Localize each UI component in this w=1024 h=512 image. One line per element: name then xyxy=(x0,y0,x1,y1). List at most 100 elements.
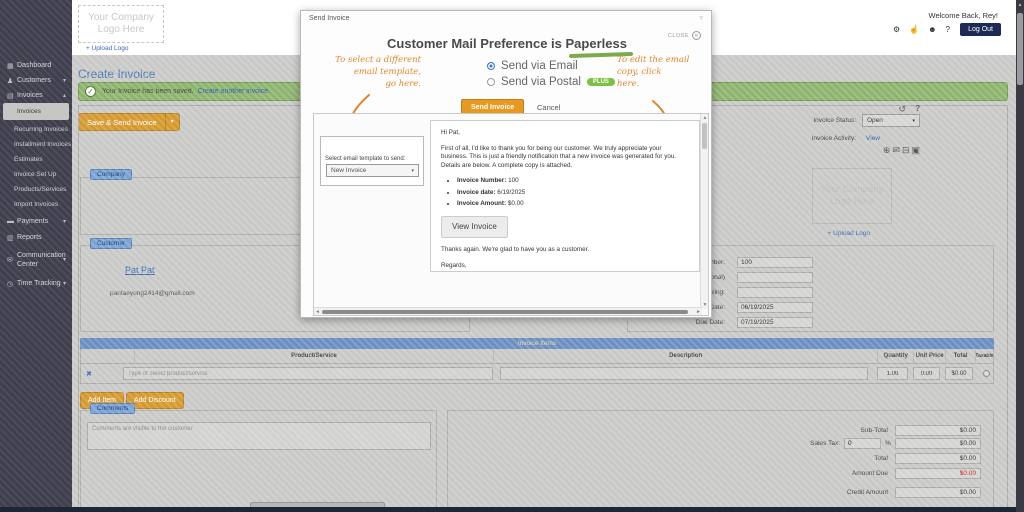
due-date-label: Due Date: xyxy=(628,319,725,326)
description-input[interactable] xyxy=(500,367,868,380)
sidebar-item-invoices[interactable]: ▤ Invoices ▴ xyxy=(0,88,72,103)
dashboard-icon: ▦ xyxy=(7,62,17,70)
email-horizontal-scrollbar[interactable]: ◄ ► xyxy=(314,307,702,315)
sidebar-subitem-estimates[interactable]: Estimates xyxy=(0,152,72,167)
unit-price-input[interactable] xyxy=(913,367,940,380)
total-column-header: Total xyxy=(946,349,976,363)
form-help-icon[interactable]: ? xyxy=(915,104,920,113)
user-icon[interactable]: ☻ xyxy=(928,25,936,34)
po-number-field[interactable] xyxy=(737,272,813,283)
comments-textarea[interactable] xyxy=(87,422,431,450)
sidebar-nav: ▦ Dashboard ♟ Customers ▾ ▤ Invoices ▴ I… xyxy=(0,0,72,512)
sales-tax-label: Sales Tax: xyxy=(720,440,840,447)
email-preview-panel: Hi Pat, First of all, I'd like to thank … xyxy=(430,120,700,272)
sales-tax-rate-input[interactable] xyxy=(844,438,881,449)
taxable-checkbox[interactable] xyxy=(983,370,990,377)
sidebar-item-reports[interactable]: ▥ Reports xyxy=(0,230,72,245)
sidebar-subitem-recurring-invoices[interactable]: Recurring Invoices xyxy=(0,122,72,137)
scrollbar-thumb[interactable] xyxy=(322,310,688,314)
email-template-select[interactable]: New Invoice ▾ xyxy=(326,164,419,177)
radio-selected-icon xyxy=(487,62,495,70)
sidebar-item-communication-center[interactable]: ✉ CommunicationCenter ▾ xyxy=(0,247,72,273)
sidebar-subitem-invoices[interactable]: Invoices xyxy=(3,103,69,120)
due-date-field[interactable]: 07/19/2025 xyxy=(737,317,813,328)
help-icon[interactable]: ? xyxy=(946,25,950,34)
invoice-number-field[interactable]: 100 xyxy=(737,257,813,268)
welcome-text: Welcome Back, Rey! xyxy=(929,11,998,20)
invoices-icon: ▤ xyxy=(7,92,17,100)
modal-corner-icon[interactable]: ▿ xyxy=(699,14,703,22)
items-table-header: Product/Service Description Quantity Uni… xyxy=(80,349,994,364)
template-value: New Invoice xyxy=(331,167,366,174)
item-row: ✖ $0.00 xyxy=(80,364,994,384)
share-icons-row: ⊕ ✉ ⊟ ▣ xyxy=(883,145,920,156)
radio-unselected-icon xyxy=(487,78,495,86)
company-logo-placeholder[interactable]: Your Company Logo Here xyxy=(78,5,164,43)
upload-logo-link[interactable]: + Upload Logo xyxy=(828,230,870,237)
customer-name-link[interactable]: Pat Pat xyxy=(125,265,155,275)
sidebar-sublabel: Installment Invoices xyxy=(14,141,71,148)
sidebar-label: Customers xyxy=(17,77,51,84)
sidebar-subitem-products-services[interactable]: Products/Services xyxy=(0,182,72,197)
scroll-up-icon[interactable]: ▲ xyxy=(701,115,709,121)
send-via-email-option[interactable]: Send via Email xyxy=(487,60,578,72)
scroll-down-icon[interactable]: ▼ xyxy=(701,302,709,308)
sidebar-label: Payments xyxy=(17,218,48,225)
sidebar-sublabel: Products/Services xyxy=(14,186,66,193)
header-icons: ⚙ ☝ ☻ ? xyxy=(893,25,950,34)
sidebar-sublabel: Recurring Invoices xyxy=(14,126,68,133)
customer-section-tag: Customer xyxy=(90,238,132,249)
printer-icon[interactable]: ⊟ xyxy=(902,145,910,156)
sidebar-item-customers[interactable]: ♟ Customers ▾ xyxy=(0,73,72,88)
invoice-activity-view-link[interactable]: View xyxy=(866,135,880,142)
email-greeting: Hi Pat, xyxy=(441,129,689,138)
email-editor-container: Select email template to send: New Invoi… xyxy=(313,113,709,316)
scroll-left-icon[interactable]: ◄ xyxy=(315,309,320,315)
page-scrollbar-thumb[interactable] xyxy=(1017,13,1023,85)
invoice-status-select[interactable]: Open ▾ xyxy=(862,114,920,127)
email-icon[interactable]: ✉ xyxy=(892,145,900,156)
sidebar-subitem-invoice-set-up[interactable]: Invoice Set Up xyxy=(0,167,72,182)
sidebar-sublabel: Invoices xyxy=(17,108,41,115)
unit-price-column-header: Unit Price xyxy=(914,349,946,363)
thumbs-up-icon[interactable]: ☝ xyxy=(909,25,919,34)
gear-icon[interactable]: ⚙ xyxy=(893,25,900,34)
sidebar-subitem-import-invoices[interactable]: Import Invoices xyxy=(0,197,72,212)
scroll-right-icon[interactable]: ► xyxy=(696,309,701,315)
scrollbar-thumb[interactable] xyxy=(702,123,707,149)
devices-icon[interactable]: ▣ xyxy=(911,145,920,156)
invoice-logo-placeholder[interactable]: Your Company Logo Here xyxy=(812,168,892,224)
create-another-invoice-link[interactable]: Create another invoice. xyxy=(198,88,270,95)
invoice-status-label: Invoice Status: xyxy=(813,117,856,124)
logout-button[interactable]: Log Out xyxy=(960,23,1001,36)
sidebar-item-time-tracking[interactable]: ◷ Time Tracking ▾ xyxy=(0,276,72,291)
page-scrollbar[interactable]: ▲ xyxy=(1016,0,1024,512)
invoice-date-field[interactable]: 06/19/2025 xyxy=(737,302,813,313)
scroll-up-icon[interactable]: ▲ xyxy=(1016,2,1024,8)
subtotal-value: $0.00 xyxy=(895,425,981,436)
globe-icon[interactable]: ⊕ xyxy=(883,145,891,156)
sidebar-sublabel: Import Invoices xyxy=(14,201,58,208)
quantity-input[interactable] xyxy=(877,367,908,380)
sidebar-item-payments[interactable]: ▬ Payments ▾ xyxy=(0,214,72,229)
chevron-down-icon: ▾ xyxy=(63,256,66,265)
communication-icon: ✉ xyxy=(7,256,17,265)
email-closing: Thanks again. We're glad to have you as … xyxy=(441,246,689,255)
cancel-link[interactable]: Cancel xyxy=(537,103,560,112)
reports-icon: ▥ xyxy=(7,234,17,242)
comments-section-tag: Comments xyxy=(90,403,135,414)
sidebar-item-dashboard[interactable]: ▦ Dashboard xyxy=(0,58,72,73)
remove-row-icon[interactable]: ✖ xyxy=(86,370,92,378)
page-title: Create Invoice xyxy=(78,67,155,81)
product-service-column-header: Product/Service xyxy=(135,349,494,363)
plus-badge: PLUS xyxy=(587,78,615,86)
view-invoice-button[interactable]: View Invoice xyxy=(441,216,508,239)
sidebar-subitem-installment-invoices[interactable]: Installment Invoices xyxy=(0,137,72,152)
upload-logo-link[interactable]: + Upload Logo xyxy=(86,45,128,52)
email-vertical-scrollbar[interactable]: ▲ ▼ xyxy=(700,114,708,309)
quantity-column-header: Quantity xyxy=(878,349,914,363)
tracking-field[interactable] xyxy=(737,287,813,298)
product-service-input[interactable] xyxy=(123,367,493,380)
amount-due-value: $0.00 xyxy=(895,468,981,479)
send-via-postal-option[interactable]: Send via Postal PLUS xyxy=(487,76,615,88)
